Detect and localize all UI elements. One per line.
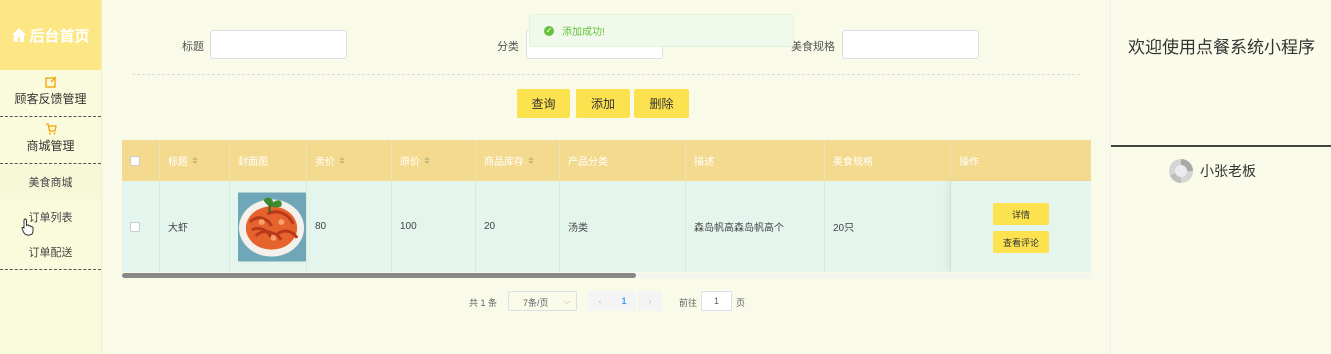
home-icon — [12, 28, 27, 42]
cell-category: 汤类 — [560, 181, 686, 272]
chevron-right-icon: › — [648, 296, 652, 306]
title-label: 标题 — [182, 41, 204, 53]
goto-page-input[interactable]: 1 — [701, 291, 732, 311]
menu-feedback[interactable]: 顾客反馈管理 — [0, 70, 101, 117]
sidebar-item-order-delivery[interactable]: 订单配送 — [0, 234, 101, 269]
cell-stock-text: 20 — [484, 221, 496, 232]
spec-label: 美食规格 — [791, 41, 835, 53]
menu-mall[interactable]: 商城管理 — [0, 117, 101, 164]
table-row: 大虾 80 100 20 汤类 森岛帆高森岛帆高个 20只 详情 查看评论 — [122, 181, 1091, 272]
cell-original-price-text: 100 — [400, 221, 417, 232]
chevron-left-icon: ‹ — [598, 296, 602, 306]
select-all-cell — [122, 140, 160, 181]
sidebar-item-food-mall[interactable]: 美食商城 — [0, 164, 101, 199]
add-button[interactable]: 添加 — [576, 89, 630, 118]
page-number-current[interactable]: 1 — [612, 291, 636, 311]
column-title-label: 标题 — [168, 157, 188, 168]
query-button[interactable]: 查询 — [517, 89, 570, 118]
column-header[interactable]: 商品库存 — [476, 140, 560, 181]
column-category-label: 产品分类 — [568, 157, 608, 168]
chevron-down-icon: ⌵ — [563, 297, 570, 306]
column-header: 描述 — [686, 140, 825, 181]
cell-price: 80 — [307, 181, 392, 272]
cell-spec: 20只 — [825, 181, 951, 272]
cell-stock: 20 — [476, 181, 560, 272]
divider — [132, 74, 1080, 75]
prev-page-button[interactable]: ‹ — [588, 291, 612, 311]
menu-mall-label: 商城管理 — [26, 139, 75, 153]
view-comments-button[interactable]: 查看评论 — [993, 231, 1049, 253]
column-header[interactable]: 卖价 — [307, 140, 392, 181]
column-header[interactable]: 原价 — [392, 140, 476, 181]
title-input[interactable] — [210, 30, 347, 59]
cell-description-text: 森岛帆高森岛帆高个 — [694, 223, 784, 234]
cell-spec-text: 20只 — [833, 223, 855, 234]
avatar — [1169, 159, 1193, 183]
sidebar-item-order-list[interactable]: 订单列表 — [0, 199, 101, 234]
column-price-label: 卖价 — [315, 157, 335, 168]
sidebar-item-label: 美食商城 — [28, 176, 73, 189]
right-panel: 欢迎使用点餐系统小程序 小张老板 — [1110, 0, 1331, 354]
column-cover-label: 封面图 — [238, 157, 268, 168]
detail-button[interactable]: 详情 — [993, 203, 1049, 225]
welcome-title: 欢迎使用点餐系统小程序 — [1128, 38, 1315, 57]
username: 小张老板 — [1200, 163, 1256, 179]
column-header: 操作 — [951, 140, 1091, 181]
goto-label: 前往 — [679, 298, 698, 308]
sort-icon[interactable] — [424, 154, 430, 167]
column-header: 美食规格 — [825, 140, 951, 181]
product-table: 标题 封面图 卖价 原价 商品库存 产品分类 描述 美食规格 操作 大虾 80 … — [122, 140, 1091, 272]
cell-title: 大虾 — [160, 181, 230, 272]
sort-icon[interactable] — [528, 154, 534, 167]
user-info[interactable]: 小张老板 — [1168, 158, 1256, 184]
cell-cover — [230, 181, 307, 272]
menu-feedback-label: 顾客反馈管理 — [14, 92, 87, 106]
divider — [1111, 145, 1331, 147]
cell-description: 森岛帆高森岛帆高个 — [686, 181, 825, 272]
category-label: 分类 — [497, 41, 519, 53]
edit-icon — [44, 76, 56, 88]
check-circle-icon: ✓ — [544, 25, 554, 36]
column-actions-label: 操作 — [959, 157, 979, 168]
page-size-value: 7条/页 — [523, 298, 549, 308]
home-link[interactable]: 后台首页 — [0, 0, 101, 70]
horizontal-scrollbar-thumb[interactable] — [122, 273, 636, 278]
row-checkbox[interactable] — [130, 221, 140, 232]
cell-actions: 详情 查看评论 — [951, 181, 1091, 272]
column-header[interactable]: 标题 — [160, 140, 230, 181]
sort-icon[interactable] — [339, 154, 345, 167]
page-size-select[interactable]: 7条/页 ⌵ — [508, 291, 577, 311]
mall-submenu: 美食商城 订单列表 订单配送 — [0, 164, 101, 270]
sort-icon[interactable] — [192, 154, 198, 167]
shrimp-cover-image — [238, 192, 306, 261]
home-label: 后台首页 — [29, 27, 90, 45]
cell-title-text: 大虾 — [168, 223, 188, 234]
hand-cursor-icon — [21, 218, 34, 236]
cell-category-text: 汤类 — [568, 223, 588, 234]
toast-message: 添加成功! — [562, 27, 605, 38]
column-description-label: 描述 — [694, 157, 714, 168]
cell-original-price: 100 — [392, 181, 476, 272]
row-select-cell — [122, 181, 160, 272]
pagination: 共 1 条 7条/页 ⌵ ‹ 1 › 前往 1 页 — [102, 291, 1110, 311]
column-stock-label: 商品库存 — [484, 157, 524, 168]
next-page-button[interactable]: › — [638, 291, 662, 311]
column-header: 封面图 — [230, 140, 307, 181]
cell-price-text: 80 — [315, 221, 327, 232]
table-header: 标题 封面图 卖价 原价 商品库存 产品分类 描述 美食规格 操作 — [122, 140, 1091, 181]
page-suffix-label: 页 — [736, 298, 746, 308]
total-count: 共 1 条 — [469, 298, 498, 308]
spec-input[interactable] — [842, 30, 979, 59]
column-original-price-label: 原价 — [400, 157, 420, 168]
main-content: 标题 分类 美食规格 查询 添加 删除 标题 封面图 卖价 原价 商品库存 产品… — [102, 0, 1110, 354]
sidebar-item-label: 订单列表 — [28, 211, 73, 224]
column-spec-label: 美食规格 — [833, 157, 873, 168]
sidebar-item-label: 订单配送 — [28, 246, 73, 259]
cart-icon — [45, 123, 57, 135]
select-all-checkbox[interactable] — [130, 155, 140, 166]
sidebar: 后台首页 顾客反馈管理 商城管理 美食商城 订单列表 订单配送 — [0, 0, 102, 354]
delete-button[interactable]: 删除 — [634, 89, 689, 118]
column-header: 产品分类 — [560, 140, 686, 181]
success-toast: ✓ 添加成功! — [529, 14, 794, 47]
